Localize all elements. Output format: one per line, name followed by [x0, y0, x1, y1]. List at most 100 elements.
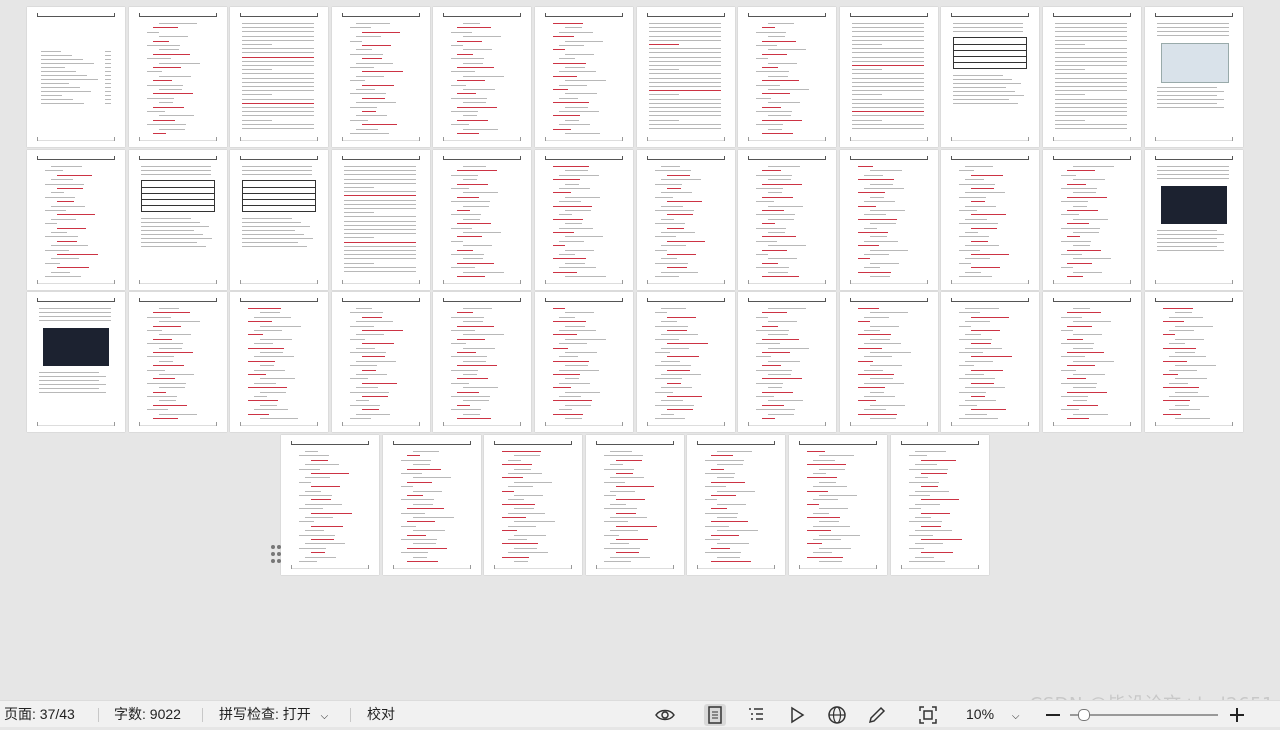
text-line	[254, 316, 291, 318]
page-thumbnail[interactable]	[840, 292, 938, 432]
text-line	[565, 67, 585, 68]
spelling-underline	[1067, 236, 1080, 238]
page-thumbnail[interactable]	[535, 292, 633, 432]
play-icon[interactable]	[786, 704, 808, 726]
page-thumbnail[interactable]	[484, 435, 582, 575]
spelling-underline	[553, 321, 586, 323]
spelling-underline	[711, 481, 745, 483]
spelling-underline	[407, 547, 447, 549]
text-line	[649, 115, 721, 117]
spelling-underline	[502, 517, 526, 518]
globe-icon[interactable]	[826, 704, 848, 726]
spell-check-toggle[interactable]: 拼写检查: 打开 ⌵	[219, 701, 328, 728]
text-line	[768, 400, 803, 402]
page-thumbnail[interactable]	[637, 150, 735, 290]
page-thumbnail[interactable]	[1043, 150, 1141, 290]
spelling-underline	[553, 205, 592, 207]
text-line	[965, 232, 978, 233]
text-line	[350, 352, 386, 353]
text-line	[254, 369, 285, 371]
page-thumbnail[interactable]	[586, 435, 684, 575]
page-thumbnail[interactable]	[891, 435, 989, 575]
page-thumbnail[interactable]	[27, 292, 125, 432]
text-line	[51, 218, 76, 220]
text-line	[344, 250, 416, 251]
text-line	[661, 308, 686, 309]
proofread-button[interactable]: 校对	[367, 701, 395, 728]
spelling-underline	[667, 188, 681, 189]
text-line	[401, 486, 413, 488]
text-line	[242, 174, 312, 175]
page-thumbnail[interactable]	[332, 292, 430, 432]
pen-icon[interactable]	[866, 704, 888, 726]
spelling-underline	[57, 214, 95, 216]
page-thumbnail[interactable]	[941, 292, 1039, 432]
drag-handle-icon[interactable]	[270, 544, 284, 566]
page-thumbnail[interactable]	[383, 435, 481, 575]
page-thumbnail[interactable]	[535, 7, 633, 147]
page-thumbnail[interactable]	[840, 7, 938, 147]
page-thumbnail[interactable]	[941, 150, 1039, 290]
eye-icon[interactable]	[654, 704, 676, 726]
page-thumbnail[interactable]	[1145, 292, 1243, 432]
page-thumbnail[interactable]	[941, 7, 1039, 147]
page-thumbnail[interactable]	[1145, 150, 1243, 290]
page-thumbnail[interactable]	[738, 7, 836, 147]
text-line	[610, 464, 623, 466]
page-thumbnail[interactable]	[27, 7, 125, 147]
page-thumbnail[interactable]	[129, 150, 227, 290]
page-thumbnail[interactable]	[789, 435, 887, 575]
page-thumbnail[interactable]	[637, 292, 735, 432]
document-canvas[interactable]	[0, 0, 1280, 700]
page-thumbnail[interactable]	[27, 150, 125, 290]
page-thumbnail[interactable]	[687, 435, 785, 575]
spelling-underline	[921, 525, 941, 527]
text-line	[299, 561, 317, 562]
page-thumbnail[interactable]	[1043, 292, 1141, 432]
text-line	[242, 44, 272, 45]
fit-window-icon[interactable]	[917, 704, 939, 726]
page-thumbnail[interactable]	[738, 150, 836, 290]
zoom-slider-thumb[interactable]	[1078, 709, 1090, 721]
page-thumbnail[interactable]	[433, 150, 531, 290]
plus-icon[interactable]	[1226, 704, 1248, 726]
text-line	[661, 374, 701, 375]
page-thumbnail[interactable]	[433, 292, 531, 432]
page-thumbnail[interactable]	[1145, 7, 1243, 147]
spelling-underline	[153, 338, 172, 340]
page-count[interactable]: 页面: 37/43	[4, 701, 75, 728]
text-line	[39, 316, 111, 317]
page-thumbnail[interactable]	[840, 150, 938, 290]
page-view-icon[interactable]	[704, 704, 726, 726]
page-header-rule	[951, 156, 1029, 160]
page-thumbnail[interactable]	[129, 292, 227, 432]
spelling-underline	[553, 400, 592, 402]
page-thumbnail[interactable]	[332, 7, 430, 147]
text-line	[649, 56, 721, 58]
zoom-slider-track[interactable]	[1070, 714, 1218, 716]
page-thumbnail[interactable]	[230, 7, 328, 147]
page-thumbnail[interactable]	[637, 7, 735, 147]
page-thumbnail[interactable]	[332, 150, 430, 290]
outline-icon[interactable]	[745, 704, 767, 726]
page-thumbnail[interactable]	[281, 435, 379, 575]
page-thumbnail[interactable]	[535, 150, 633, 290]
minus-icon[interactable]	[1042, 704, 1064, 726]
page-thumbnail[interactable]	[1043, 7, 1141, 147]
text-line	[1073, 232, 1099, 233]
page-thumbnail[interactable]	[230, 150, 328, 290]
word-count[interactable]: 字数: 9022	[114, 701, 181, 728]
zoom-level[interactable]: 10% ⌵	[966, 701, 1020, 728]
text-line	[105, 95, 111, 96]
text-line	[463, 49, 492, 51]
text-line	[299, 508, 323, 510]
page-thumbnail[interactable]	[129, 7, 227, 147]
page-thumbnail[interactable]	[738, 292, 836, 432]
page-thumbnail[interactable]	[433, 7, 531, 147]
text-line	[649, 65, 721, 66]
spelling-underline	[921, 512, 950, 514]
text-line	[463, 89, 495, 90]
text-line	[141, 234, 203, 235]
page-thumbnail[interactable]	[230, 292, 328, 432]
text-line	[356, 75, 384, 77]
